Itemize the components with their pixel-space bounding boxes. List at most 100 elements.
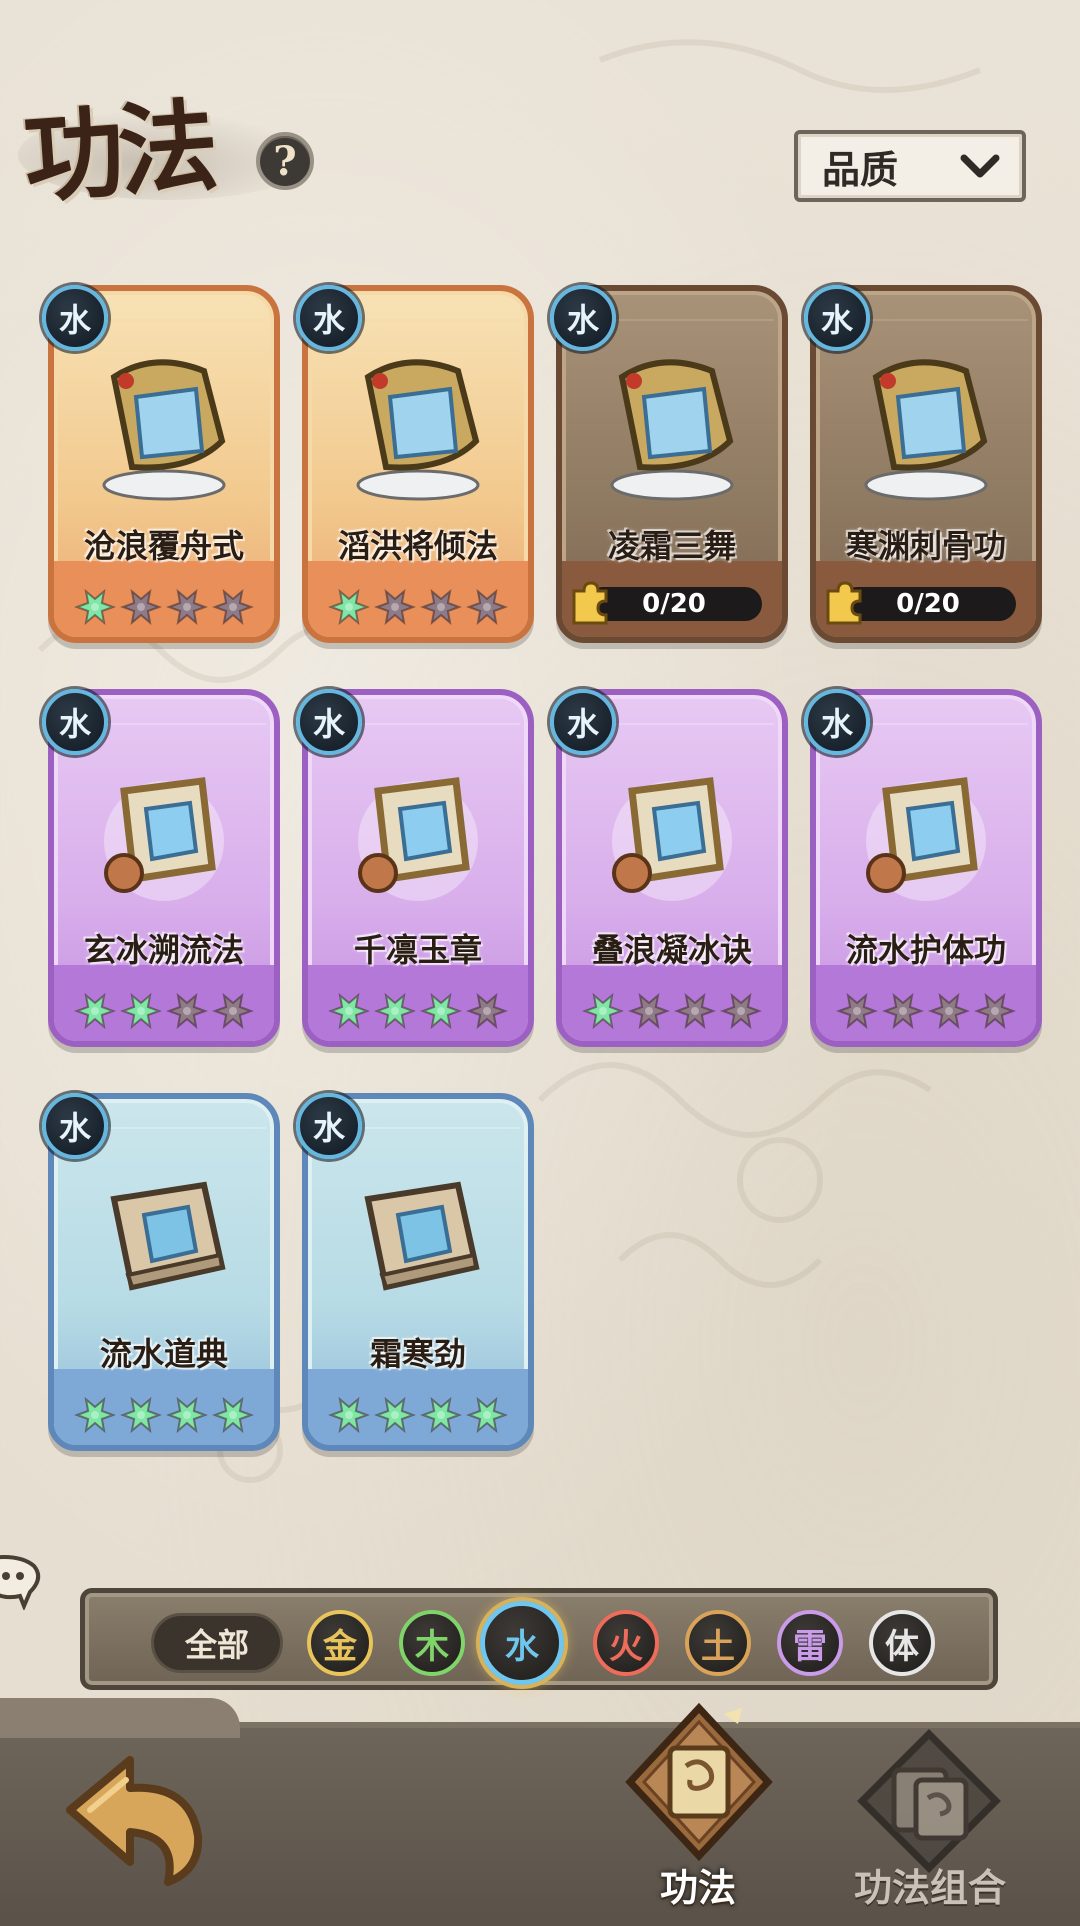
skill-card[interactable]: 沧浪覆舟式 水 (42, 285, 280, 643)
star-filled-icon (328, 588, 370, 626)
star-empty-icon (466, 588, 508, 626)
filter-element-button[interactable]: 木 (399, 1610, 465, 1676)
star-filled-icon (328, 992, 370, 1030)
page-title: 功法 (20, 86, 216, 218)
filter-element-label: 雷 (793, 1626, 827, 1667)
skill-card[interactable]: 寒渊刺骨功 0/20 水 (804, 285, 1042, 643)
star-rating (302, 1393, 534, 1437)
element-badge-water: 水 (550, 689, 616, 755)
star-empty-icon (212, 588, 254, 626)
skill-card[interactable]: 叠浪凝冰诀 水 (550, 689, 788, 1047)
star-empty-icon (628, 992, 670, 1030)
star-rating (48, 989, 280, 1033)
filter-element-label: 金 (323, 1626, 357, 1667)
fragment-progress: 0/20 (572, 581, 762, 625)
skill-name: 玄冰溯流法 (83, 931, 244, 969)
star-empty-icon (166, 588, 208, 626)
star-rating (810, 989, 1042, 1033)
skill-card[interactable]: 霜寒劲 水 (296, 1093, 534, 1451)
star-empty-icon (720, 992, 762, 1030)
star-empty-icon (836, 992, 878, 1030)
tab-gongfa[interactable]: 功法 (608, 1702, 788, 1920)
manual-book-icon (625, 1702, 773, 1862)
star-empty-icon (166, 992, 208, 1030)
puzzle-piece-icon (572, 581, 608, 625)
filter-element-label: 水 (505, 1626, 539, 1667)
star-filled-icon (420, 1396, 462, 1434)
fragment-progress: 0/20 (826, 581, 1016, 625)
sort-quality-dropdown[interactable]: 品质 (794, 130, 1026, 202)
skill-art-icon (110, 1181, 226, 1291)
star-filled-icon (120, 1396, 162, 1434)
star-filled-icon (74, 992, 116, 1030)
star-filled-icon (212, 1396, 254, 1434)
star-filled-icon (582, 992, 624, 1030)
sort-dropdown-label: 品质 (822, 147, 899, 192)
skill-art-icon (864, 359, 988, 501)
skill-name: 叠浪凝冰诀 (591, 931, 752, 969)
star-empty-icon (466, 992, 508, 1030)
filter-all-label: 全部 (184, 1626, 249, 1664)
element-badge-water: 水 (296, 285, 362, 351)
element-badge-water: 水 (296, 1093, 362, 1159)
element-badge-label: 水 (566, 301, 599, 339)
star-filled-icon (74, 1396, 116, 1434)
skill-art-icon (104, 777, 224, 901)
star-rating (48, 585, 280, 629)
skill-art-icon (866, 777, 986, 901)
star-empty-icon (674, 992, 716, 1030)
filter-element-button[interactable]: 雷 (777, 1610, 843, 1676)
star-rating (302, 989, 534, 1033)
skill-card[interactable]: 流水护体功 水 (804, 689, 1042, 1047)
tab-gongfa-combo[interactable]: 功法组合 (830, 1720, 1030, 1920)
skill-name: 千凛玉章 (353, 931, 482, 969)
star-rating (48, 1393, 280, 1437)
element-badge-label: 水 (820, 301, 853, 339)
skill-name: 霜寒劲 (369, 1335, 466, 1373)
star-empty-icon (882, 992, 924, 1030)
element-badge-label: 水 (58, 1109, 91, 1147)
star-empty-icon (420, 588, 462, 626)
star-empty-icon (212, 992, 254, 1030)
element-badge-label: 水 (820, 705, 853, 743)
puzzle-piece-icon (826, 581, 862, 625)
element-filter-bar: 全部 金 木 水 火 土 雷 体 (80, 1588, 998, 1690)
tab-gongfa-combo-label: 功法组合 (853, 1866, 1006, 1910)
filter-element-button[interactable]: 火 (593, 1610, 659, 1676)
skill-card[interactable]: 千凛玉章 水 (296, 689, 534, 1047)
filter-element-button[interactable]: 金 (307, 1610, 373, 1676)
star-filled-icon (420, 992, 462, 1030)
skill-art-icon (610, 359, 734, 501)
star-filled-icon (466, 1396, 508, 1434)
star-filled-icon (374, 992, 416, 1030)
back-arrow-icon[interactable] (50, 1740, 210, 1890)
element-badge-water: 水 (42, 689, 108, 755)
star-filled-icon (120, 992, 162, 1030)
filter-element-label: 木 (415, 1626, 449, 1667)
filter-element-button[interactable]: 水 (480, 1601, 564, 1685)
skill-name: 流水护体功 (845, 931, 1006, 969)
element-badge-label: 水 (312, 1109, 345, 1147)
skill-card[interactable]: 滔洪将倾法 水 (296, 285, 534, 643)
element-badge-label: 水 (566, 705, 599, 743)
element-badge-water: 水 (804, 285, 870, 351)
fragment-progress-text: 0/20 (642, 589, 706, 619)
skill-card[interactable]: 凌霜三舞 0/20 水 (550, 285, 788, 643)
bottom-ledge (0, 1698, 240, 1738)
chat-bubble-icon[interactable] (0, 1550, 44, 1610)
element-badge-water: 水 (804, 689, 870, 755)
skill-name: 流水道典 (99, 1335, 228, 1373)
element-badge-water: 水 (550, 285, 616, 351)
skill-card[interactable]: 玄冰溯流法 水 (42, 689, 280, 1047)
skill-card[interactable]: 流水道典 水 (42, 1093, 280, 1451)
combo-books-icon (857, 1729, 1001, 1873)
skill-name: 凌霜三舞 (607, 527, 736, 565)
tab-gongfa-label: 功法 (659, 1866, 736, 1910)
filter-element-button[interactable]: 土 (685, 1610, 751, 1676)
star-filled-icon (374, 1396, 416, 1434)
filter-element-label: 火 (609, 1626, 643, 1667)
filter-all-button[interactable]: 全部 (151, 1613, 283, 1673)
filter-element-button[interactable]: 体 (869, 1610, 935, 1676)
star-filled-icon (74, 588, 116, 626)
help-button[interactable]: ? (256, 132, 314, 190)
